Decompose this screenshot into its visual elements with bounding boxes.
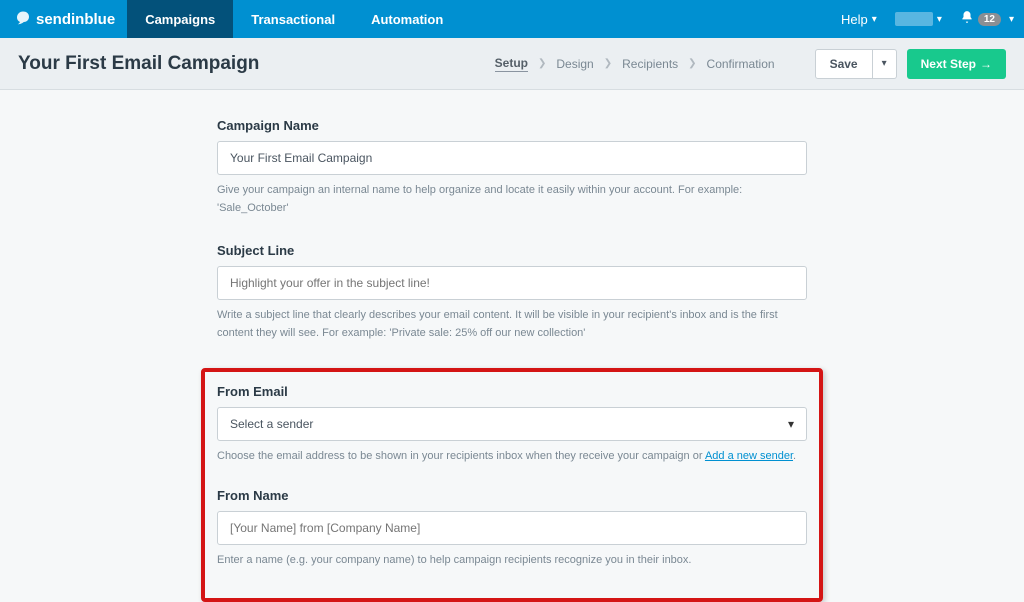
breadcrumb-recipients[interactable]: Recipients [622, 57, 678, 71]
sub-header: Your First Email Campaign Setup ❯ Design… [0, 38, 1024, 90]
from-email-group: From Email Select a sender ▾ Choose the … [217, 384, 807, 466]
chevron-down-icon: ▾ [937, 14, 942, 25]
save-button[interactable]: Save [815, 49, 873, 79]
campaign-name-hint: Give your campaign an internal name to h… [217, 182, 807, 217]
subject-line-hint: Write a subject line that clearly descri… [217, 307, 807, 342]
nav-transactional[interactable]: Transactional [233, 0, 353, 38]
add-sender-link[interactable]: Add a new sender [705, 450, 793, 462]
chevron-down-icon: ▾ [1009, 14, 1014, 25]
campaign-name-input[interactable] [217, 141, 807, 175]
chevron-right-icon: ❯ [538, 58, 546, 69]
nav-campaigns[interactable]: Campaigns [127, 0, 233, 38]
arrow-right-icon: → [980, 57, 992, 71]
brand-logo[interactable]: sendinblue [0, 0, 127, 38]
nav-automation[interactable]: Automation [353, 0, 461, 38]
bell-icon [960, 10, 974, 29]
from-name-label: From Name [217, 488, 807, 503]
notifications-button[interactable]: 12 ▾ [950, 0, 1024, 38]
help-link[interactable]: Help ▾ [831, 0, 887, 38]
from-email-placeholder: Select a sender [230, 417, 313, 431]
save-button-group: Save ▾ [815, 49, 897, 79]
chevron-down-icon: ▾ [882, 58, 887, 69]
chevron-right-icon: ❯ [688, 58, 696, 69]
from-name-input[interactable] [217, 511, 807, 545]
from-email-select[interactable]: Select a sender ▾ [217, 407, 807, 441]
subject-line-group: Subject Line Write a subject line that c… [217, 243, 807, 342]
from-name-group: From Name Enter a name (e.g. your compan… [217, 488, 807, 570]
top-navigation: sendinblue Campaigns Transactional Autom… [0, 0, 1024, 38]
breadcrumb-confirmation[interactable]: Confirmation [707, 57, 775, 71]
user-menu[interactable]: ▾ [887, 0, 950, 38]
breadcrumb-design[interactable]: Design [556, 57, 593, 71]
page-title: Your First Email Campaign [18, 53, 259, 75]
campaign-name-label: Campaign Name [217, 118, 807, 133]
campaign-name-group: Campaign Name Give your campaign an inte… [217, 118, 807, 217]
from-name-hint: Enter a name (e.g. your company name) to… [217, 552, 807, 570]
highlighted-section: From Email Select a sender ▾ Choose the … [201, 368, 823, 601]
from-email-label: From Email [217, 384, 807, 399]
notification-count-badge: 12 [978, 13, 1001, 26]
from-email-hint: Choose the email address to be shown in … [217, 448, 807, 466]
subject-line-input[interactable] [217, 266, 807, 300]
user-avatar-placeholder [895, 12, 933, 26]
next-step-button[interactable]: Next Step → [907, 49, 1006, 79]
subject-line-label: Subject Line [217, 243, 807, 258]
chevron-down-icon: ▾ [788, 417, 794, 431]
breadcrumb-setup[interactable]: Setup [495, 56, 528, 72]
campaign-form: Campaign Name Give your campaign an inte… [207, 118, 817, 602]
breadcrumb: Setup ❯ Design ❯ Recipients ❯ Confirmati… [495, 56, 775, 72]
brand-name: sendinblue [36, 11, 115, 28]
chevron-right-icon: ❯ [604, 58, 612, 69]
save-options-button[interactable]: ▾ [873, 49, 897, 79]
chevron-down-icon: ▾ [872, 14, 877, 25]
sendinblue-icon [14, 10, 32, 28]
